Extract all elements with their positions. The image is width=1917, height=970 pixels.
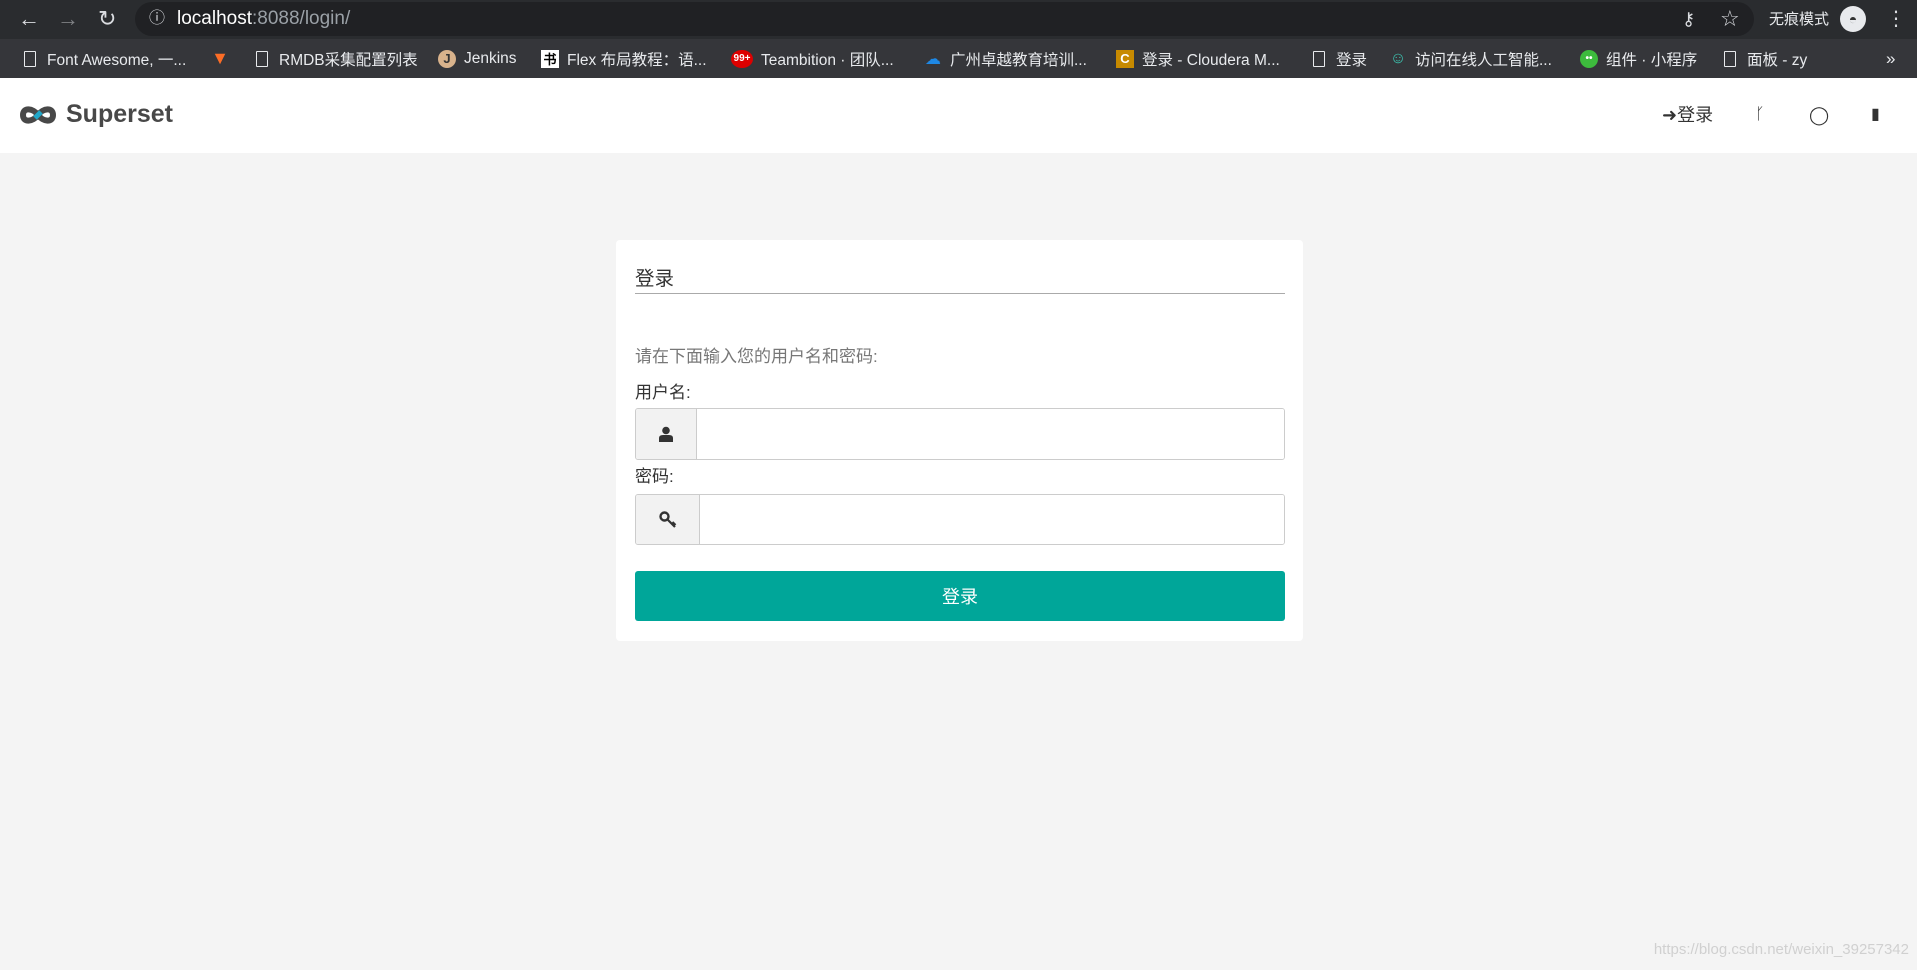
bookmark-item[interactable]: 面板 - zy bbox=[1721, 39, 1807, 78]
star-icon[interactable]: ☆ bbox=[1720, 4, 1740, 34]
reload-icon[interactable]: ↻ bbox=[98, 4, 116, 34]
divider bbox=[635, 293, 1285, 294]
forward-icon[interactable]: → bbox=[57, 4, 79, 34]
back-icon[interactable]: ← bbox=[18, 4, 40, 34]
login-submit-button[interactable]: 登录 bbox=[635, 571, 1285, 621]
cloudera-icon: C bbox=[1116, 49, 1134, 68]
version-branch-icon[interactable]: ᚴ bbox=[1755, 102, 1765, 128]
bookmark-item[interactable]: C 登录 - Cloudera M... bbox=[1116, 39, 1280, 78]
password-group bbox=[635, 494, 1285, 545]
nav-login-link[interactable]: ➜登录 bbox=[1662, 102, 1713, 128]
incognito-label: 无痕模式 bbox=[1769, 11, 1830, 28]
watermark: https://blog.csdn.net/weixin_39257342 bbox=[1653, 941, 1909, 958]
more-bookmarks-button[interactable]: » bbox=[1886, 39, 1895, 78]
bookmark-item[interactable]: 99+ Teambition · 团队... bbox=[731, 39, 894, 78]
document-icon bbox=[1310, 50, 1328, 68]
password-input[interactable] bbox=[700, 495, 1284, 544]
document-icon bbox=[253, 50, 271, 68]
bookmark-item[interactable]: ☁ 广州卓越教育培训... bbox=[924, 39, 1087, 78]
bookmark-item[interactable]: •• 组件 · 小程序 bbox=[1580, 39, 1697, 78]
url-text[interactable]: localhost:8088/login/ bbox=[177, 4, 350, 34]
documentation-book-icon[interactable]: ▮ bbox=[1871, 102, 1880, 128]
robot-icon: ☺ bbox=[1389, 49, 1407, 67]
superset-logo-icon bbox=[19, 105, 57, 124]
username-group bbox=[635, 408, 1285, 460]
bookmark-item[interactable]: J Jenkins bbox=[438, 39, 517, 78]
bookmark-item[interactable]: 书 Flex 布局教程：语... bbox=[541, 39, 707, 78]
username-input[interactable] bbox=[697, 409, 1284, 459]
login-panel: 登录 请在下面输入您的用户名和密码: 用户名: 密码: 登录 bbox=[616, 240, 1303, 641]
wechat-icon: •• bbox=[1580, 49, 1598, 68]
bookmark-item[interactable]: ☺ 访问在线人工智能... bbox=[1389, 39, 1552, 78]
gitlab-icon: ▼ bbox=[211, 48, 229, 68]
jenkins-icon: J bbox=[438, 49, 456, 68]
cloud-icon: ☁ bbox=[925, 50, 941, 68]
navbar: Superset ➜登录 ᚴ ◯ ▮ bbox=[0, 78, 1917, 153]
bookmarks-bar: Font Awesome, 一... ▼ RMDB采集配置列表 J Jenkins… bbox=[0, 39, 1917, 78]
document-icon bbox=[21, 50, 39, 68]
login-title: 登录 bbox=[635, 268, 675, 290]
login-hint: 请在下面输入您的用户名和密码: bbox=[635, 347, 878, 366]
github-icon[interactable]: ◯ bbox=[1809, 102, 1829, 128]
menu-icon[interactable]: ⋮ bbox=[1886, 4, 1906, 34]
bookmark-item[interactable]: RMDB采集配置列表 bbox=[253, 39, 418, 78]
key-icon[interactable]: ⚷ bbox=[1682, 4, 1695, 34]
key-icon bbox=[636, 495, 700, 544]
teambition-icon: 99+ bbox=[731, 49, 753, 68]
brand-logo[interactable]: Superset bbox=[18, 100, 173, 129]
info-icon[interactable]: ⓘ bbox=[149, 4, 165, 34]
address-bar[interactable] bbox=[135, 2, 1754, 36]
bookmark-item[interactable]: ▼ bbox=[211, 39, 229, 78]
bookmark-item[interactable]: 登录 bbox=[1310, 39, 1367, 78]
password-label: 密码: bbox=[635, 467, 674, 486]
username-label: 用户名: bbox=[635, 383, 691, 402]
flex-icon: 书 bbox=[541, 49, 559, 68]
brand-name: Superset bbox=[66, 100, 173, 128]
browser-toolbar: ← → ↻ ⓘ localhost:8088/login/ ⚷ ☆ 无痕模式 ◓… bbox=[0, 0, 1917, 39]
bookmark-item[interactable]: Font Awesome, 一... bbox=[21, 39, 186, 78]
user-icon bbox=[636, 409, 697, 459]
sign-in-icon: ➜ bbox=[1662, 105, 1678, 125]
incognito-icon[interactable]: ◓ bbox=[1840, 6, 1866, 32]
document-icon bbox=[1721, 50, 1739, 68]
